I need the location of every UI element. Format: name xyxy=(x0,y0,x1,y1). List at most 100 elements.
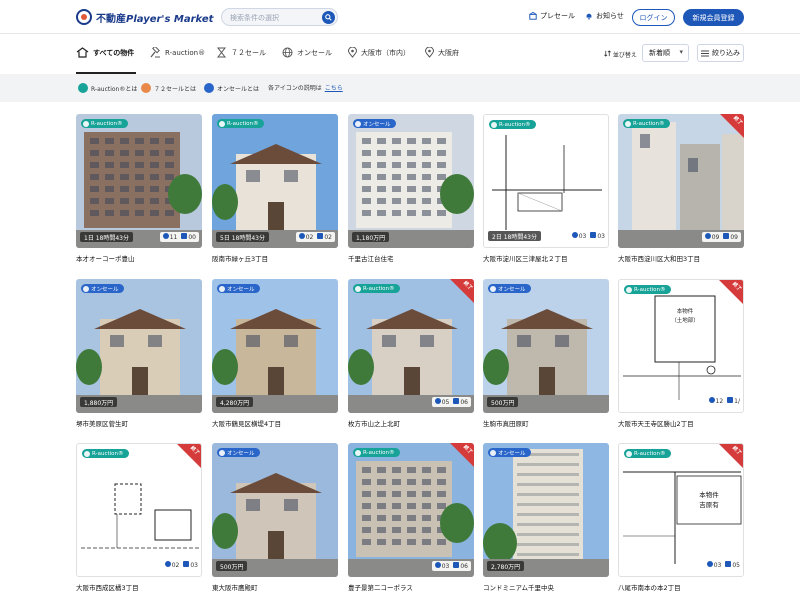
viewer-count: 03 xyxy=(571,232,586,240)
globe-icon xyxy=(490,449,496,456)
listing-photo[interactable]: オンセール 500万円 xyxy=(483,279,609,413)
sort-select[interactable]: 新着順 ▾ xyxy=(642,44,689,62)
listing-title[interactable]: 枚方市山之上北町 xyxy=(348,418,474,428)
tab-osaka-city[interactable]: 大阪市（市内） xyxy=(348,47,410,58)
login-button[interactable]: ログイン xyxy=(632,9,675,26)
listing-card[interactable]: R-auction® 終了 09 09 大阪市西淀川区大和田3丁目 xyxy=(618,114,744,264)
listing-photo[interactable]: R-auction® 終了 02 03 xyxy=(76,443,202,577)
bid-count: 03 xyxy=(183,561,198,569)
listing-title[interactable]: 大阪市天王寺区勝山2丁目 xyxy=(618,418,744,428)
listing-title[interactable]: 阪南市緑ヶ丘3丁目 xyxy=(212,253,338,263)
hammer-icon xyxy=(355,285,361,292)
search-input[interactable] xyxy=(230,11,320,24)
notice-link[interactable]: お知らせ xyxy=(585,11,624,21)
hammer-icon xyxy=(491,121,497,128)
listing-photo[interactable]: R-auction® 終了 09 09 xyxy=(618,114,744,248)
tab-sale72[interactable]: ７２セール xyxy=(216,47,266,58)
tab-all[interactable]: すべての物件 xyxy=(76,47,134,58)
listing-photo[interactable]: オンセール 500万円 xyxy=(212,443,338,577)
listing-title[interactable]: 八尾市南本の本2丁目 xyxy=(618,582,744,592)
listing-photo[interactable]: オンセール 4,280万円 xyxy=(212,279,338,413)
listing-counts: 09 09 xyxy=(701,232,741,242)
listing-photo[interactable]: R-auction® 2日 18時間43分 03 03 xyxy=(483,114,609,248)
map-pin-icon xyxy=(348,47,357,58)
globe-icon xyxy=(282,47,293,58)
hammer-icon xyxy=(723,233,730,239)
listing-photo[interactable]: R-auction® 終了 05 06 xyxy=(348,279,474,413)
person-icon xyxy=(162,233,169,239)
listing-card[interactable]: R-auction® 5日 18時間43分 02 02 阪南市緑ヶ丘3丁目 xyxy=(212,114,338,264)
rauction-help-link[interactable]: R-auction®とは xyxy=(78,83,137,93)
building-icon xyxy=(529,12,537,20)
tab-rauction[interactable]: R-auction® xyxy=(150,47,205,58)
person-icon xyxy=(706,561,713,567)
filter-button[interactable]: 絞り込み xyxy=(697,44,744,62)
globe-icon xyxy=(219,285,225,292)
listing-title[interactable]: 本才オーコーポ豊山 xyxy=(76,253,202,263)
listing-card[interactable]: R-auction® 終了 05 06 枚方市山之上北町 xyxy=(348,279,474,429)
listing-photo[interactable]: 本物件 吉原有 R-auction® 終了 03 05 xyxy=(618,443,744,577)
search-box[interactable] xyxy=(221,8,338,26)
listing-photo[interactable]: オンセール 1,880万円 xyxy=(76,279,202,413)
listing-title[interactable]: 千里古江台住宅 xyxy=(348,253,474,263)
home-icon xyxy=(76,47,89,58)
listing-title[interactable]: コンドミニアム千里中央 xyxy=(483,582,609,592)
listing-title[interactable]: 堺市美原区菅生町 xyxy=(76,418,202,428)
bid-count: 06 xyxy=(453,398,468,406)
tab-osaka-pref[interactable]: 大阪府 xyxy=(425,47,459,58)
icon-description-link[interactable]: こちら xyxy=(325,83,343,92)
listing-title[interactable]: 大阪市西淀川区大和田3丁目 xyxy=(618,253,744,263)
category-bar: すべての物件 R-auction® ７２セール オンセール 大阪市（市内） 大阪… xyxy=(0,34,800,74)
online-help-link[interactable]: オンセールとは xyxy=(204,83,259,93)
site-logo[interactable]: 不動産Player's Market xyxy=(76,8,213,26)
hammer-icon xyxy=(625,120,631,127)
sort-label: 並び替え xyxy=(604,50,637,59)
listing-card[interactable]: オンセール 1,880万円堺市美原区菅生町 xyxy=(76,279,202,429)
search-icon xyxy=(325,14,332,21)
listing-card[interactable]: R-auction® 1日 18時間43分 11 00 本才オーコーポ豊山 xyxy=(76,114,202,264)
listing-card[interactable]: R-auction® 終了 03 06 豊子景第二コーポラス xyxy=(348,443,474,593)
bid-count: 05 xyxy=(725,561,740,569)
tab-online-label: オンセール xyxy=(297,48,332,57)
listing-card[interactable]: オンセール 1,180万円千里古江台住宅 xyxy=(348,114,474,264)
listing-card[interactable]: オンセール 500万円東大阪市鷹殿町 xyxy=(212,443,338,593)
listing-photo[interactable]: R-auction® 5日 18時間43分 02 02 xyxy=(212,114,338,248)
listing-counts: 03 05 xyxy=(706,560,740,570)
price-label: 1,880万円 xyxy=(80,397,118,407)
listing-photo[interactable]: R-auction® 終了 03 06 xyxy=(348,443,474,577)
listing-title[interactable]: 大阪市淀川区三津屋北２丁目 xyxy=(483,253,609,263)
sale72-help-link[interactable]: ７２セールとは xyxy=(141,83,196,93)
listing-card[interactable]: オンセール 2,780万円コンドミニアム千里中央 xyxy=(483,443,609,593)
listing-title[interactable]: 豊子景第二コーポラス xyxy=(348,582,474,592)
listing-card[interactable]: 本物件 吉原有 R-auction® 終了 03 05 八尾市南本の本2丁目 xyxy=(618,443,744,593)
listing-counts: 03 06 xyxy=(431,561,471,571)
listing-title[interactable]: 大阪市鶴見区横堤4丁目 xyxy=(212,418,338,428)
search-button[interactable] xyxy=(322,11,335,24)
hammer-icon xyxy=(626,286,632,293)
register-button[interactable]: 新規会員登録 xyxy=(683,9,744,26)
listing-card[interactable]: 本物件 （土地部） R-auction® 終了 12 1/大阪市天王寺区勝山2丁目 xyxy=(618,279,744,429)
presale-link[interactable]: プレセール xyxy=(529,11,575,21)
online-sale-badge: オンセール xyxy=(81,284,124,293)
viewer-count: 09 xyxy=(704,233,719,241)
bid-count: 09 xyxy=(723,233,738,241)
price-label: 1,180万円 xyxy=(352,232,390,242)
listing-photo[interactable]: 本物件 （土地部） R-auction® 終了 12 1/ xyxy=(618,279,744,413)
listing-photo[interactable]: オンセール 2,780万円 xyxy=(483,443,609,577)
listing-card[interactable]: オンセール 4,280万円大阪市鶴見区横堤4丁目 xyxy=(212,279,338,429)
listing-title[interactable]: 大阪市西成区橘3丁目 xyxy=(76,582,202,592)
icon-description: 各アイコンの説明は こちら xyxy=(268,83,343,92)
price-label: 500万円 xyxy=(216,561,248,571)
listing-photo[interactable]: R-auction® 1日 18時間43分 11 00 xyxy=(76,114,202,248)
listing-photo[interactable]: オンセール 1,180万円 xyxy=(348,114,474,248)
presale-label: プレセール xyxy=(540,12,575,20)
listing-card[interactable]: R-auction® 2日 18時間43分 03 03 大阪市淀川区三津屋北２丁目 xyxy=(483,114,609,264)
viewer-count: 11 xyxy=(162,233,177,241)
listing-title[interactable]: 生駒市真田原町 xyxy=(483,418,609,428)
bid-count: 02 xyxy=(317,233,332,241)
listing-card[interactable]: オンセール 500万円生駒市真田原町 xyxy=(483,279,609,429)
tab-online[interactable]: オンセール xyxy=(282,47,332,58)
listing-card[interactable]: R-auction® 終了 02 03 大阪市西成区橘3丁目 xyxy=(76,443,202,593)
listing-title[interactable]: 東大阪市鷹殿町 xyxy=(212,582,338,592)
drawing-label: 本物件 （土地部） xyxy=(671,309,699,324)
